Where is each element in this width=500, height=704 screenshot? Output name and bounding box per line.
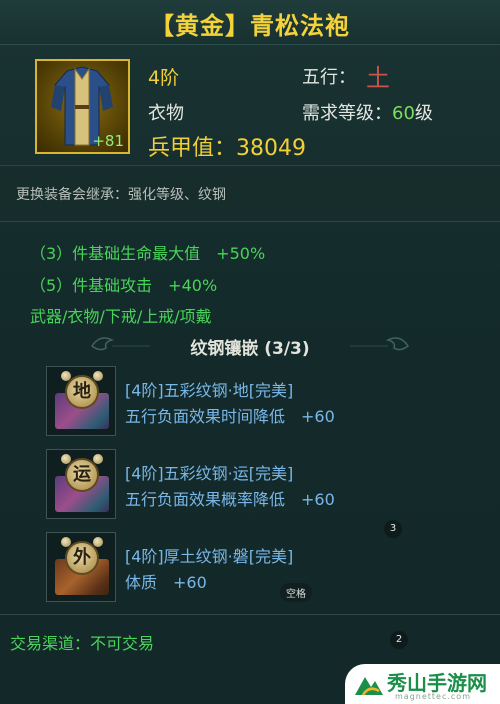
medal-knob xyxy=(93,454,103,464)
enhance-level: +81 xyxy=(92,132,124,150)
armor-value-line: 兵甲值：38049 xyxy=(148,130,306,162)
inlay-header: 纹钢镶嵌 (3/3) xyxy=(190,339,310,359)
set-piece-upper-ring: 上戒 xyxy=(142,307,175,326)
set-piece-necklace: 项戴 xyxy=(179,307,212,326)
item-icon-robe[interactable]: +81 xyxy=(35,59,130,154)
medal-knob xyxy=(61,371,71,381)
inlay-gem-effect: 五行负面效果时间降低 +60 xyxy=(125,407,335,426)
inherit-section: 更换装备会继承：强化等级、纹钢 xyxy=(0,168,500,220)
wuxing-earth-value: 土 xyxy=(366,64,390,92)
wuxing-label: 五行： xyxy=(302,67,356,88)
space-key-hint: 空格 xyxy=(280,583,312,602)
inlay-slot-2[interactable]: 运 xyxy=(46,449,116,519)
item-tooltip-panel: 【黄金】青松法袍 +81 4阶 衣物 五行： 土 需求等级：60级 兵甲值：38… xyxy=(0,0,500,704)
level-suffix: 级 xyxy=(414,103,433,124)
glyph-medal-icon: 外 xyxy=(65,541,99,575)
item-title: 【黄金】青松法袍 xyxy=(150,12,350,40)
title-bar: 【黄金】青松法袍 xyxy=(0,0,500,45)
divider xyxy=(0,165,500,166)
medal-knob xyxy=(93,537,103,547)
inlay-slot-3[interactable]: 外 xyxy=(46,532,116,602)
set-bonus-3: （3）件基础生命最大值 +50% xyxy=(30,244,266,263)
inlay-gem-effect: 五行负面效果概率降低 +60 xyxy=(125,490,335,509)
inlay-gem-name: [4阶]五彩纹钢·地[完美] xyxy=(125,381,294,400)
armor-value: 38049 xyxy=(236,136,307,161)
set-piece-weapon: 武器 xyxy=(30,307,63,326)
key-badge-2: 2 xyxy=(390,631,408,649)
divider xyxy=(0,221,500,222)
inlay-slot-1[interactable]: 地 xyxy=(46,366,116,436)
medal-knob xyxy=(61,454,71,464)
inherit-text: 更换装备会继承：强化等级、纹钢 xyxy=(16,187,226,203)
set-bonus-5: （5）件基础攻击 +40% xyxy=(30,276,218,295)
level-value: 60 xyxy=(392,103,415,124)
mountain-logo-icon xyxy=(355,677,383,696)
glyph-medal-icon: 地 xyxy=(65,375,99,409)
level-label: 需求等级： xyxy=(302,103,392,124)
item-category: 衣物 xyxy=(148,103,184,124)
trade-channel: 交易渠道：不可交易 xyxy=(10,634,155,653)
armor-label: 兵甲值： xyxy=(148,136,237,161)
set-piece-clothes: 衣物 xyxy=(67,307,100,326)
glyph-medal-icon: 运 xyxy=(65,458,99,492)
level-requirement: 需求等级：60级 xyxy=(302,99,433,125)
inlay-gem-name: [4阶]厚土纹钢·磐[完美] xyxy=(125,547,294,566)
item-tier: 4阶 xyxy=(148,67,180,89)
site-watermark: 秀山手游网 magnettec.com xyxy=(345,664,500,704)
inlay-gem-name: [4阶]五彩纹钢·运[完美] xyxy=(125,464,294,483)
key-badge-3: 3 xyxy=(384,520,402,538)
inlay-gem-effect: 体质 +60 xyxy=(125,573,207,592)
watermark-url: magnettec.com xyxy=(395,692,471,701)
set-pieces: 武器/衣物/下戒/上戒/项戴 xyxy=(30,307,212,326)
medal-knob xyxy=(93,371,103,381)
divider xyxy=(0,614,500,615)
medal-knob xyxy=(61,537,71,547)
set-piece-lower-ring: 下戒 xyxy=(104,307,137,326)
